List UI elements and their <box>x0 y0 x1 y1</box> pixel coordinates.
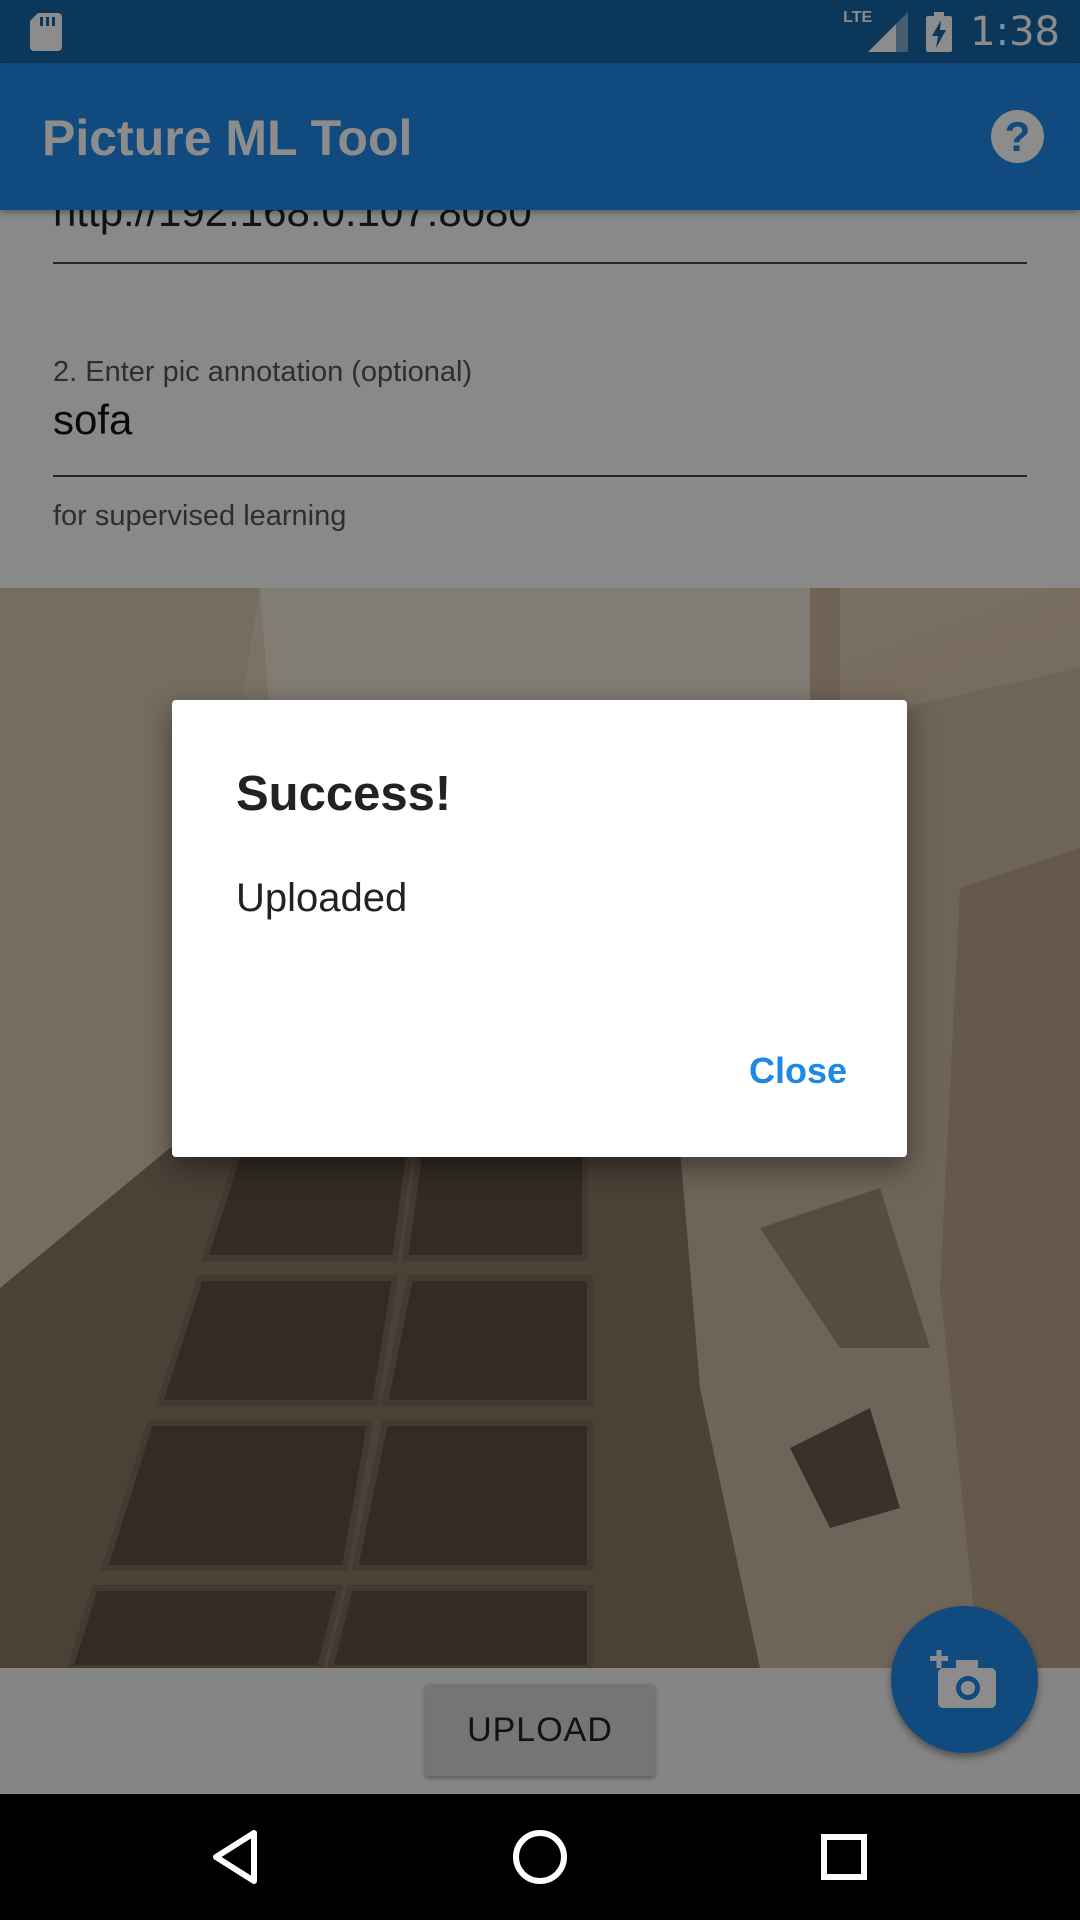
back-icon[interactable] <box>206 1827 266 1887</box>
recents-icon[interactable] <box>814 1827 874 1887</box>
home-icon[interactable] <box>510 1827 570 1887</box>
dialog-message: Uploaded <box>236 876 408 920</box>
close-button[interactable]: Close <box>749 1050 847 1092</box>
dialog-title: Success! <box>236 767 452 821</box>
system-nav-bar <box>0 1794 1080 1920</box>
success-dialog: Success! Uploaded Close <box>172 700 907 1157</box>
